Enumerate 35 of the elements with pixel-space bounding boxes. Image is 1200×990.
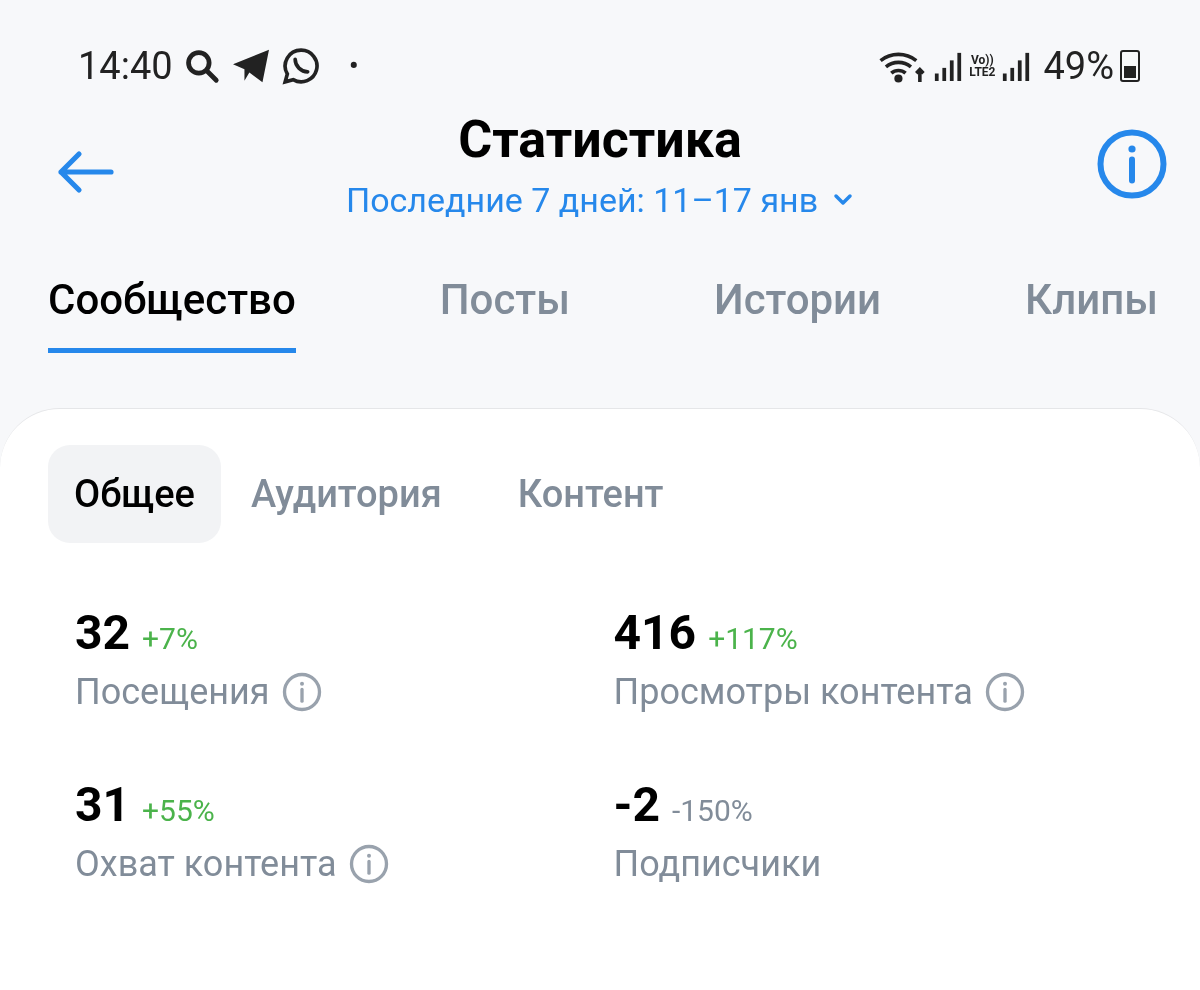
stat-label: Подписчики — [613, 842, 822, 887]
stat-value: 32 — [75, 605, 131, 661]
segment-tab[interactable]: Контент — [491, 445, 690, 543]
chat-bubble-icon — [280, 46, 321, 86]
info-icon[interactable] — [281, 672, 322, 712]
volte-label: Vo)) — [970, 54, 994, 66]
back-arrow-icon[interactable] — [55, 148, 115, 196]
tab[interactable]: Истории — [714, 272, 882, 353]
tab[interactable]: Посты — [439, 272, 570, 353]
tab[interactable]: Клипы — [1025, 272, 1158, 353]
lte-label: LTE2 — [969, 66, 996, 78]
info-icon[interactable] — [984, 672, 1025, 712]
period-selector[interactable]: Последние 7 дней: 11–17 янв — [345, 178, 855, 222]
stat-label: Охват контента — [75, 842, 337, 887]
stat-value: 31 — [75, 777, 131, 833]
stat-change: -150% — [671, 792, 753, 830]
stat-label: Просмотры контента — [613, 670, 973, 715]
battery-percent: 49% — [1043, 47, 1114, 85]
stat-change: +55% — [142, 792, 215, 830]
stat-value: -2 — [613, 777, 660, 833]
clock-time: 14:40 — [78, 47, 173, 85]
info-icon[interactable] — [348, 844, 389, 884]
segment-tab[interactable]: Общее — [48, 445, 221, 543]
tab[interactable]: Сообщество — [48, 272, 296, 353]
chevron-down-icon — [832, 193, 855, 207]
battery-icon — [1120, 50, 1140, 82]
notification-dot: • — [348, 51, 359, 81]
stat-value: 416 — [613, 605, 697, 661]
paper-plane-icon — [230, 48, 271, 84]
page-title: Статистика — [458, 108, 742, 172]
stat-change: +117% — [708, 620, 798, 658]
stat-label: Посещения — [75, 670, 270, 715]
info-icon[interactable] — [1096, 128, 1168, 200]
segment-tab[interactable]: Аудитория — [224, 445, 468, 543]
stat-change: +7% — [142, 620, 198, 658]
